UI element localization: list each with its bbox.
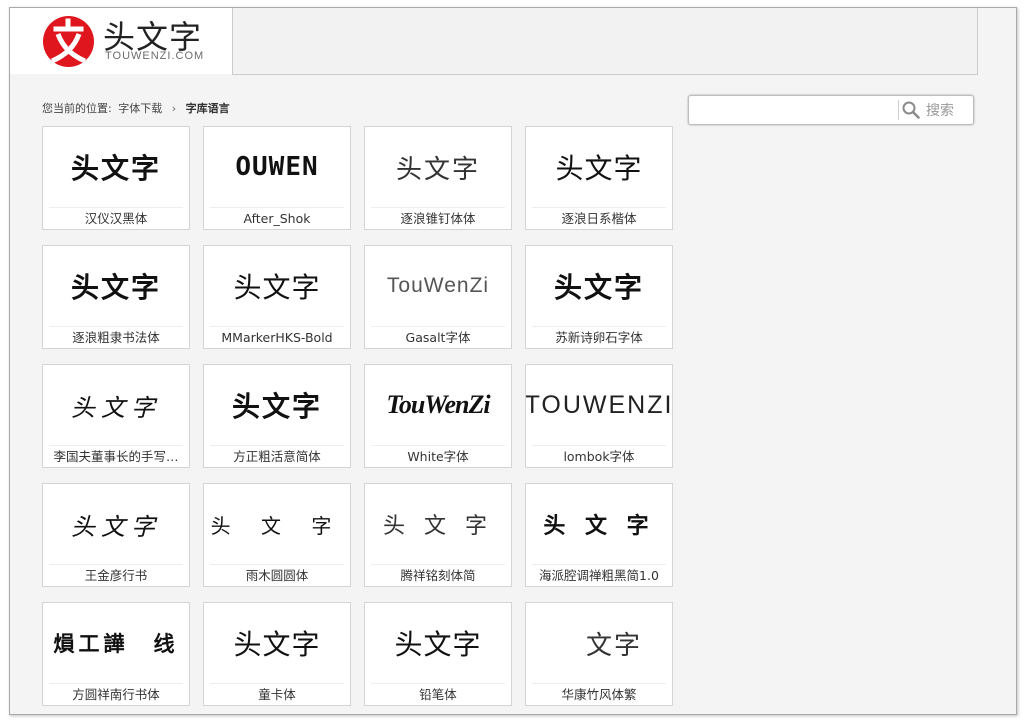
card-divider	[49, 564, 183, 565]
card-divider	[532, 445, 666, 446]
font-preview: 头文字	[70, 271, 161, 304]
font-card[interactable]: 头文字 逐浪日系楷体	[525, 126, 673, 230]
font-preview: TouWenZi	[386, 274, 490, 297]
font-card[interactable]: TOUWENZI lombok字体	[525, 364, 673, 468]
card-divider	[210, 326, 344, 327]
font-name: lombok字体	[563, 449, 635, 464]
font-card[interactable]: 头文字 逐浪锥钉体体	[364, 126, 512, 230]
card-divider	[532, 564, 666, 565]
card-divider	[210, 683, 344, 684]
font-preview: 头文字	[395, 154, 480, 185]
font-name: 苏新诗卵石字体	[555, 330, 643, 345]
logo-domain: TOUWENZI.COM	[105, 50, 205, 62]
font-preview: 头文字	[553, 271, 644, 304]
font-name: White字体	[407, 449, 469, 464]
font-card[interactable]: 头文字 方正粗活意简体	[203, 364, 351, 468]
banner-placeholder	[232, 8, 978, 75]
font-card[interactable]: 头 文 字 雨木圆圆体	[203, 483, 351, 587]
font-preview: 头文字	[71, 512, 161, 541]
font-name: 逐浪粗隶书法体	[72, 330, 160, 345]
font-name: 李国夫董事长的手写…	[53, 449, 179, 464]
font-name: 方正粗活意简体	[233, 449, 321, 464]
card-divider	[49, 207, 183, 208]
font-card[interactable]: TouWenZi Gasalt字体	[364, 245, 512, 349]
card-divider	[371, 326, 505, 327]
page-frame: 头文字 TOUWENZI.COM 您当前的位置: 字体下载 › 字库语言 搜索 …	[9, 7, 1017, 715]
site-logo[interactable]: 头文字 TOUWENZI.COM	[10, 8, 232, 74]
font-preview: 头 文 字	[383, 514, 493, 539]
card-divider	[371, 564, 505, 565]
font-preview: 头文字	[231, 390, 322, 423]
font-preview: 头文字	[233, 271, 321, 304]
font-preview: 头文字	[70, 152, 161, 185]
card-divider	[371, 683, 505, 684]
font-name: 王金彦行书	[84, 568, 148, 583]
font-card[interactable]: 头文字 MMarkerHKS-Bold	[203, 245, 351, 349]
font-preview: 文字	[585, 630, 642, 661]
font-card[interactable]: 头文字 铅笔体	[364, 602, 512, 706]
font-name: 方圆祥南行书体	[72, 687, 160, 702]
card-divider	[210, 564, 344, 565]
breadcrumb-separator: ›	[171, 102, 177, 115]
font-preview: TouWenZi	[386, 390, 490, 419]
font-card[interactable]: 头文字 逐浪粗隶书法体	[42, 245, 190, 349]
card-divider	[532, 326, 666, 327]
font-preview: TOUWENZI	[526, 390, 672, 419]
search-box: 搜索	[688, 95, 974, 125]
font-card[interactable]: 熉工譁 线 方圆祥南行书体	[42, 602, 190, 706]
card-divider	[49, 683, 183, 684]
font-preview: 头 文 字	[210, 513, 344, 538]
font-card[interactable]: 文字 华康竹风体繁	[525, 602, 673, 706]
font-card[interactable]: 头文字 汉仪汉黑体	[42, 126, 190, 230]
font-preview: OUWEN	[235, 152, 319, 182]
search-input[interactable]	[692, 99, 896, 123]
font-card[interactable]: 头 文 字 海派腔调禅粗黑简1.0	[525, 483, 673, 587]
search-button-label: 搜索	[926, 103, 954, 119]
font-name: 汉仪汉黑体	[84, 211, 148, 226]
font-preview: 头文字	[233, 628, 321, 661]
font-preview: 熉工譁 线	[53, 631, 179, 656]
card-divider	[532, 683, 666, 684]
font-card[interactable]: OUWEN After_Shok	[203, 126, 351, 230]
logo-icon	[43, 16, 94, 67]
breadcrumb-link-fonts[interactable]: 字体下载	[118, 102, 162, 115]
breadcrumb-prefix: 您当前的位置:	[42, 102, 112, 115]
search-button[interactable]: 搜索	[902, 98, 970, 122]
search-icon	[902, 101, 920, 119]
card-divider	[532, 207, 666, 208]
breadcrumb-current: 字库语言	[185, 102, 230, 115]
font-name: 海派腔调禅粗黑简1.0	[539, 568, 659, 583]
font-name: 华康竹风体繁	[561, 687, 637, 702]
search-divider	[898, 100, 899, 120]
font-card[interactable]: 头文字 王金彦行书	[42, 483, 190, 587]
font-name: 童卡体	[258, 687, 296, 702]
font-preview: 头文字	[71, 393, 161, 422]
font-name: MMarkerHKS-Bold	[221, 330, 333, 345]
card-divider	[49, 445, 183, 446]
font-grid: 头文字 汉仪汉黑体 OUWEN After_Shok 头文字 逐浪锥钉体体 头文…	[42, 126, 682, 714]
card-divider	[371, 445, 505, 446]
font-name: Gasalt字体	[405, 330, 471, 345]
card-divider	[49, 326, 183, 327]
font-name: 雨木圆圆体	[245, 568, 309, 583]
breadcrumb: 您当前的位置: 字体下载 › 字库语言	[42, 100, 233, 116]
font-name: After_Shok	[243, 211, 311, 226]
font-name: 腾祥铭刻体简	[400, 568, 476, 583]
font-preview: 头文字	[394, 628, 482, 661]
font-card[interactable]: 头 文 字 腾祥铭刻体简	[364, 483, 512, 587]
font-name: 逐浪锥钉体体	[400, 211, 476, 226]
card-divider	[371, 207, 505, 208]
card-divider	[210, 445, 344, 446]
font-card[interactable]: 头文字 童卡体	[203, 602, 351, 706]
card-divider	[210, 207, 344, 208]
font-preview: 头文字	[555, 152, 643, 185]
font-name: 逐浪日系楷体	[561, 211, 637, 226]
font-card[interactable]: 头文字 李国夫董事长的手写…	[42, 364, 190, 468]
font-preview: 头 文 字	[543, 513, 655, 539]
font-card[interactable]: 头文字 苏新诗卵石字体	[525, 245, 673, 349]
font-card[interactable]: TouWenZi White字体	[364, 364, 512, 468]
font-name: 铅笔体	[419, 687, 457, 702]
